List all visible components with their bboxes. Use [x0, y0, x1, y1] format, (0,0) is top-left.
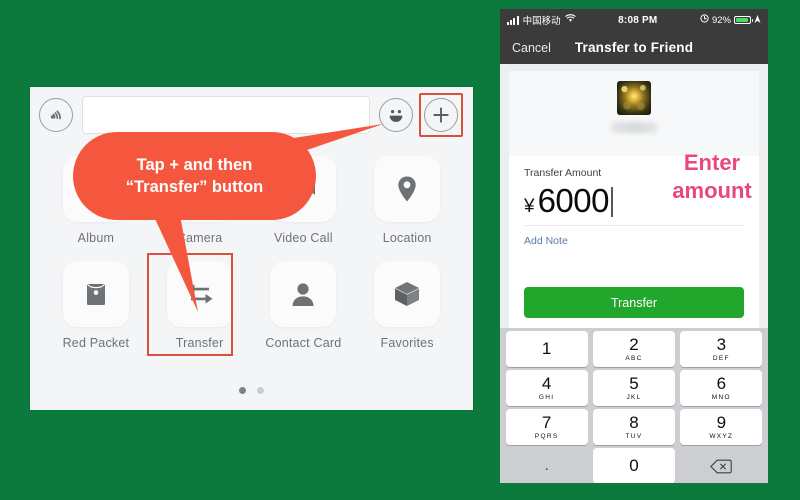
key-letters: ABC: [625, 355, 643, 362]
app-video-call[interactable]: Video Call: [260, 156, 346, 245]
carrier-name: 中国移动: [522, 16, 561, 27]
location-arrow-icon: [754, 14, 761, 26]
app-red-packet[interactable]: Red Packet: [53, 261, 139, 350]
plus-icon[interactable]: [424, 97, 458, 132]
key-letters: DEF: [712, 355, 730, 362]
key-2[interactable]: 2 ABC: [592, 331, 676, 367]
cancel-button[interactable]: Cancel: [512, 41, 551, 55]
key-7[interactable]: 7 PQRS: [505, 409, 588, 445]
key-decimal-point[interactable]: .: [506, 448, 588, 483]
key-number: 8: [629, 413, 639, 432]
cube-box-icon: [374, 261, 441, 327]
key-number: 4: [541, 374, 552, 393]
key-letters: TUV: [625, 433, 643, 440]
backspace-delete-icon[interactable]: [680, 448, 762, 483]
app-camera[interactable]: Camera: [157, 156, 243, 245]
enter-amount-annotation: Enter amount: [659, 149, 765, 205]
wifi-icon: [564, 14, 576, 26]
transfer-arrows-icon: [166, 261, 233, 327]
key-number: 3: [716, 335, 727, 354]
numeric-keypad: 1 2 ABC 3 DEF 4 GHI 5 JKL 6 MNO 7 PQRS 8…: [500, 328, 768, 483]
app-label: Video Call: [273, 231, 333, 245]
app-label: Contact Card: [265, 336, 342, 350]
key-number: 9: [716, 413, 727, 432]
key-1[interactable]: 1: [505, 331, 588, 367]
key-6[interactable]: 6 MNO: [680, 370, 763, 406]
app-label: Favorites: [380, 336, 434, 350]
app-grid-row-2: Red Packet Transfer Contact Card Favorit…: [30, 245, 473, 356]
red-envelope-icon: [62, 261, 129, 327]
app-label: Red Packet: [62, 336, 130, 350]
key-number: 1: [541, 338, 552, 358]
status-bar-right: 92%: [700, 14, 761, 26]
key-number: 0: [629, 456, 639, 475]
message-text-input[interactable]: [82, 95, 370, 134]
app-contact-card[interactable]: Contact Card: [260, 261, 346, 350]
key-letters: MNO: [711, 394, 731, 401]
voice-waves-icon[interactable]: [39, 97, 73, 132]
key-number: 6: [716, 374, 727, 393]
contact-header: [509, 71, 759, 156]
app-label: Transfer: [175, 336, 224, 350]
key-letters: WXYZ: [709, 433, 734, 440]
status-bar-left: 中国移动: [507, 13, 576, 27]
plus-button-highlight: [419, 92, 463, 137]
page-dot-2[interactable]: [257, 387, 264, 394]
camera-icon: [166, 156, 233, 222]
keypad-row-3: 7 PQRS 8 TUV 9 WXYZ: [503, 409, 765, 445]
status-bar: 中国移动 8:08 PM 92%: [500, 9, 768, 31]
signal-bars-icon: [507, 15, 519, 25]
smiley-face-icon[interactable]: [379, 97, 413, 132]
wechat-attachment-panel: Album Camera Video Call Location Red Pac…: [30, 87, 473, 410]
map-pin-icon: [374, 156, 441, 222]
key-number: 7: [541, 413, 552, 432]
pagination-dots: [30, 387, 473, 394]
key-letters: PQRS: [534, 433, 559, 440]
app-location[interactable]: Location: [364, 156, 450, 245]
status-bar-time: 8:08 PM: [618, 14, 658, 26]
transfer-screen-body: Transfer Amount ¥ 6000 Add Note Transfer…: [500, 64, 768, 483]
phone-screen: 中国移动 8:08 PM 92% Cancel Transfer to Frie…: [500, 9, 768, 483]
key-3[interactable]: 3 DEF: [680, 331, 763, 367]
key-9[interactable]: 9 WXYZ: [680, 409, 763, 445]
app-favorites[interactable]: Favorites: [364, 261, 450, 350]
keypad-row-4: . 0: [503, 448, 765, 483]
key-5[interactable]: 5 JKL: [592, 370, 676, 406]
video-camera-icon: [270, 156, 337, 222]
key-letters: GHI: [538, 394, 555, 401]
app-album[interactable]: Album: [53, 156, 139, 245]
battery-icon: [734, 15, 753, 25]
annotation-line-1: Enter: [683, 150, 741, 175]
alarm-clock-icon: [700, 14, 709, 26]
transfer-button[interactable]: Transfer: [524, 287, 744, 318]
key-number: 5: [629, 374, 639, 393]
currency-symbol: ¥: [524, 196, 535, 217]
key-letters: JKL: [626, 394, 642, 401]
person-icon: [270, 261, 337, 327]
key-4[interactable]: 4 GHI: [505, 370, 588, 406]
key-number: 2: [629, 335, 639, 354]
keypad-row-1: 1 2 ABC 3 DEF: [503, 331, 765, 367]
photo-album-icon: [62, 156, 129, 222]
battery-percent: 92%: [711, 14, 731, 26]
app-transfer[interactable]: Transfer: [146, 253, 243, 356]
avatar: [617, 81, 651, 115]
app-grid-row-1: Album Camera Video Call Location: [30, 142, 473, 245]
amount-value: 6000: [537, 182, 610, 219]
nav-bar: Cancel Transfer to Friend: [500, 31, 768, 64]
contact-name-redacted: [611, 122, 657, 133]
key-0[interactable]: 0: [592, 448, 676, 483]
text-caret: [611, 187, 613, 217]
app-label: Camera: [176, 231, 223, 245]
app-label: Location: [382, 231, 432, 245]
page-dot-1[interactable]: [239, 387, 246, 394]
app-label: Album: [77, 231, 115, 245]
chat-input-bar: [30, 87, 473, 143]
key-8[interactable]: 8 TUV: [592, 409, 676, 445]
add-note-link[interactable]: Add Note: [524, 226, 744, 247]
annotation-line-2: amount: [672, 178, 752, 203]
attachment-app-grid: Album Camera Video Call Location Red Pac…: [30, 142, 473, 410]
keypad-row-2: 4 GHI 5 JKL 6 MNO: [503, 370, 765, 406]
key-number: .: [544, 457, 549, 474]
